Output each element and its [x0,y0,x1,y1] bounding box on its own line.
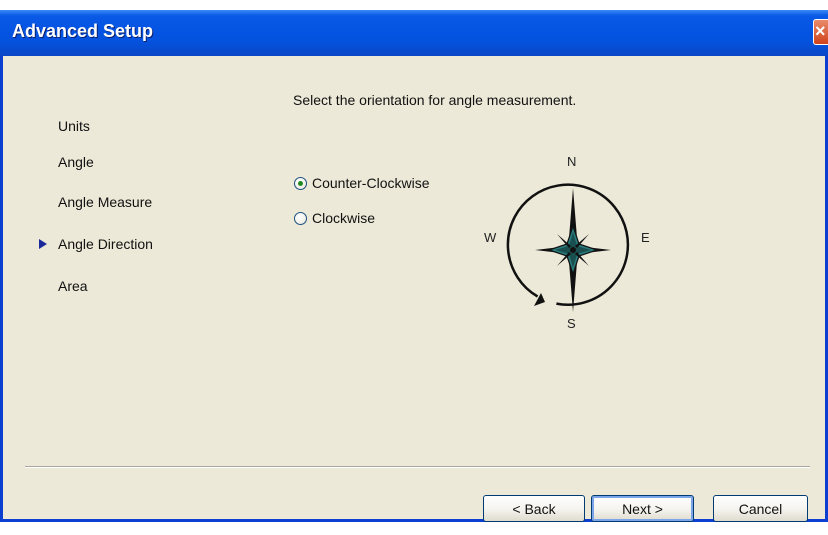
back-button[interactable]: < Back [483,495,585,522]
close-icon: × [815,21,826,41]
cancel-button[interactable]: Cancel [713,495,808,522]
window-title: Advanced Setup [12,21,154,41]
step-navigation: Units Angle Angle Measure Angle Directio… [3,56,263,456]
radio-button-checked[interactable] [294,176,307,190]
compass-center [570,247,576,253]
radio-counter-clockwise[interactable]: Counter-Clockwise [294,175,429,191]
compass-rose-icon [506,183,630,312]
radio-selected-dot [298,180,303,186]
compass-diagram: N E S W [473,150,673,350]
instruction-text: Select the orientation for angle measure… [293,92,577,108]
nav-item-angle-measure[interactable]: Angle Measure [58,194,152,210]
radio-label-clockwise[interactable]: Clockwise [312,210,375,226]
top-strip [0,0,828,10]
dialog-window: Advanced Setup × Units Angle Angle Measu… [0,10,828,522]
radio-clockwise[interactable]: Clockwise [294,210,375,226]
nav-item-area[interactable]: Area [58,278,88,294]
footer-separator [25,466,810,468]
nav-item-angle-direction[interactable]: Angle Direction [58,236,153,252]
nav-item-units[interactable]: Units [58,118,90,134]
title-bar[interactable]: Advanced Setup × [0,10,828,56]
nav-item-angle[interactable]: Angle [58,154,94,170]
radio-label-counter-clockwise[interactable]: Counter-Clockwise [312,175,429,191]
next-button[interactable]: Next > [591,495,694,522]
radio-button-unchecked[interactable] [294,211,307,225]
current-step-pointer-icon [39,239,47,249]
close-button[interactable]: × [813,19,828,45]
